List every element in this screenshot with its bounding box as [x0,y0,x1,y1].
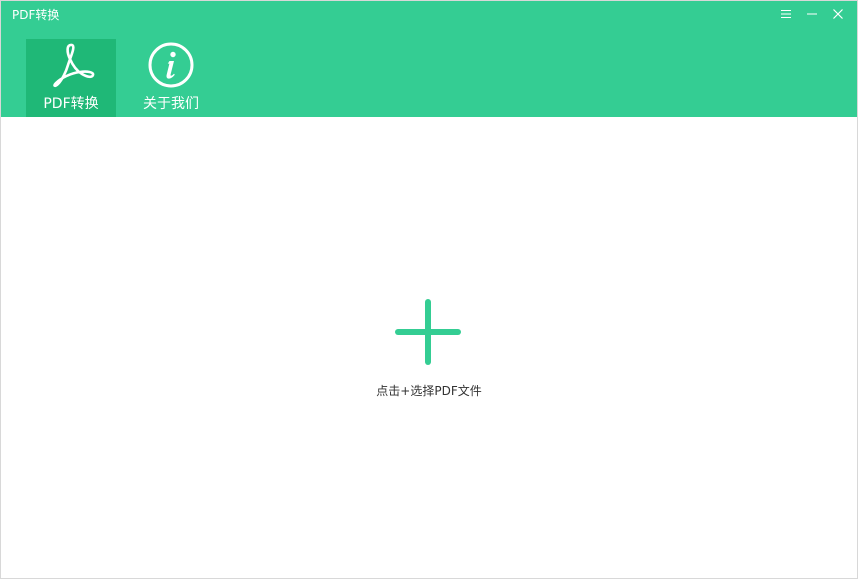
minimize-icon [807,13,817,15]
app-title: PDF转换 [12,8,60,22]
tab-pdf-convert[interactable]: PDF转换 [26,39,116,117]
menu-button[interactable] [773,3,799,25]
acrobat-pdf-icon [53,43,95,88]
add-pdf-button[interactable]: 点击+选择PDF文件 [359,293,499,403]
window-controls [773,3,851,25]
minimize-button[interactable] [799,3,825,25]
info-icon [148,42,194,88]
tab-pdf-convert-label: PDF转换 [43,96,99,112]
plus-icon [395,299,461,365]
tab-about-us-label: 关于我们 [143,96,199,112]
menu-icon [781,10,791,18]
app-window: PDF转换 PDF转换 关于我们 点击+选择PDF文件 [0,0,858,579]
header-bar: PDF转换 PDF转换 关于我们 [1,1,857,117]
close-button[interactable] [825,3,851,25]
tab-about-us[interactable]: 关于我们 [126,39,216,117]
add-pdf-label: 点击+选择PDF文件 [376,384,482,398]
main-content: 点击+选择PDF文件 [1,117,857,578]
close-icon [833,9,843,19]
